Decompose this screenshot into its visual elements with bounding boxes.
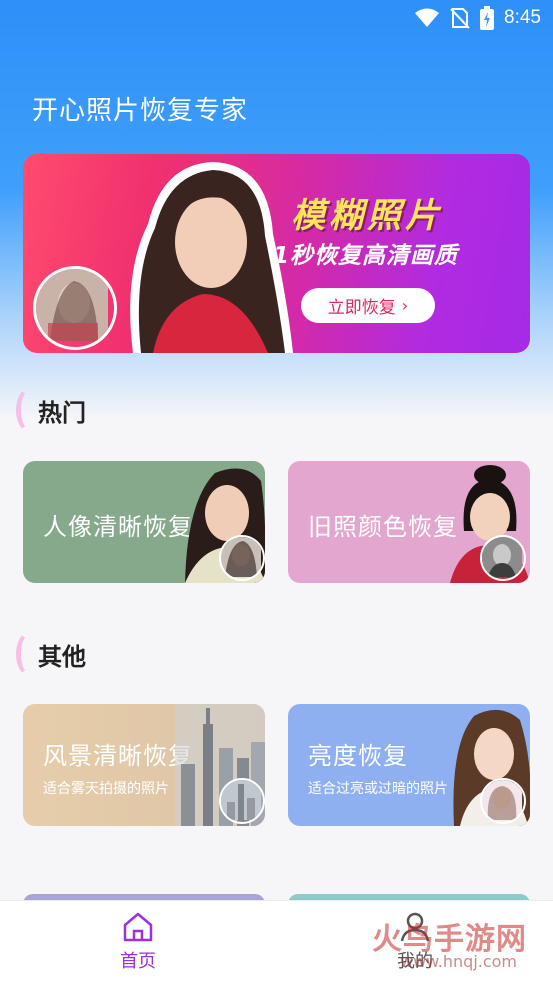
card-portrait-restore[interactable]: 人像清晰恢复 [23,461,265,583]
restore-now-button[interactable]: 立即恢复 › [301,288,435,323]
card-scenery-restore[interactable]: 风景清晰恢复 适合雾天拍摄的照片 [23,704,265,826]
section-hot-header: 热门 [16,388,86,432]
nav-home-label: 首页 [120,951,156,972]
promo-banner[interactable]: 模糊照片 1秒恢复高清画质 立即恢复 › [23,154,530,353]
status-bar: 8:45 [0,0,553,40]
battery-charging-icon [480,6,495,30]
card-portrait-title: 人像清晰恢复 [43,513,193,541]
card-scenery-desc: 适合雾天拍摄的照片 [43,781,169,797]
banner-headline: 模糊照片 [291,196,443,236]
card-old-photo-thumbnail [480,535,526,581]
wifi-icon [415,8,440,27]
card-scenery-thumbnail [219,778,265,824]
restore-now-label: 立即恢复 [327,298,396,318]
nav-home[interactable]: 首页 [98,911,178,973]
card-brightness-desc: 适合过亮或过暗的照片 [308,781,448,797]
chevron-right-icon: › [401,296,409,315]
blurred-photo-thumbnail [33,266,117,350]
card-brightness-thumbnail [480,778,526,824]
banner-subline: 1秒恢复高清画质 [273,243,459,269]
section-other-title: 其他 [38,642,86,671]
card-brightness-restore[interactable]: 亮度恢复 适合过亮或过暗的照片 [288,704,530,826]
card-portrait-thumbnail [219,535,265,581]
card-old-photo-color[interactable]: 旧照颜色恢复 [288,461,530,583]
app-title: 开心照片恢复专家 [32,96,249,126]
watermark-url: www.hnqj.com [400,952,518,971]
banner-portrait-image [130,162,293,353]
card-scenery-title: 风景清晰恢复 [43,742,193,770]
section-other-header: 其他 [16,632,86,676]
no-sim-icon [450,8,470,29]
card-brightness-title: 亮度恢复 [308,742,408,770]
clock: 8:45 [504,7,541,28]
section-hot-title: 热门 [38,398,86,427]
card-old-photo-title: 旧照颜色恢复 [308,513,458,541]
home-icon [123,912,153,942]
